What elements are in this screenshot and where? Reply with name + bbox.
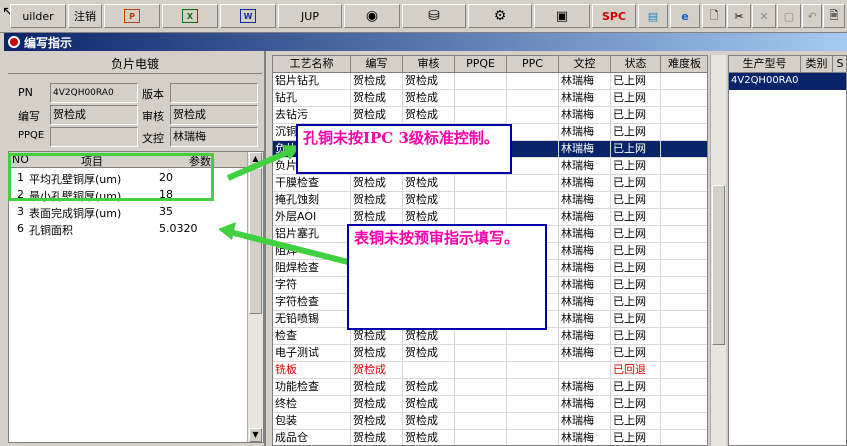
arrow-2-head <box>218 222 236 240</box>
callout-surface-copper: 表铜未按预审指示填写。 <box>347 224 547 330</box>
callout-ipc: 孔铜未按IPC 3级标准控制。 <box>296 124 512 174</box>
arrow-1 <box>226 147 295 181</box>
arrow-2 <box>229 229 349 265</box>
annotation-arrows <box>218 145 349 265</box>
